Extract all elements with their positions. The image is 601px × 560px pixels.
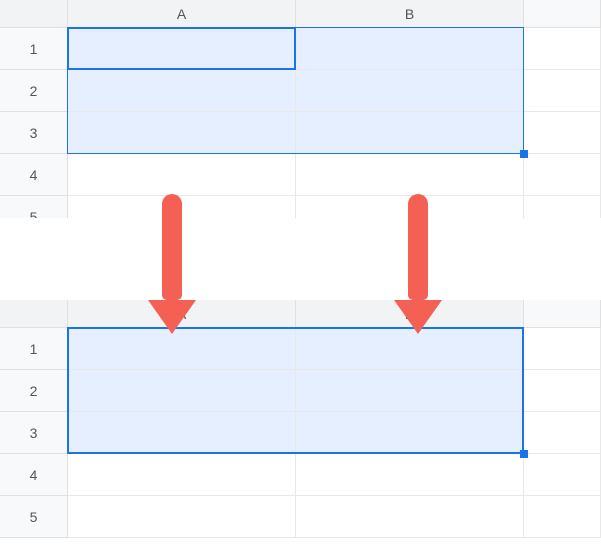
- row-header-3[interactable]: 3: [0, 412, 68, 454]
- cell-c5[interactable]: [524, 496, 601, 538]
- cell-a5[interactable]: [68, 496, 296, 538]
- row-header-3[interactable]: 3: [0, 112, 68, 154]
- cell-b4[interactable]: [296, 154, 524, 196]
- cell-b1[interactable]: [296, 28, 524, 70]
- cell-c1[interactable]: [524, 328, 601, 370]
- cell-a2[interactable]: [68, 370, 296, 412]
- cell-a1[interactable]: [68, 28, 296, 70]
- cell-c2[interactable]: [524, 70, 601, 112]
- cell-a2[interactable]: [68, 70, 296, 112]
- cell-a4[interactable]: [68, 454, 296, 496]
- cell-b5[interactable]: [296, 196, 524, 218]
- cell-b3[interactable]: [296, 112, 524, 154]
- cell-a3[interactable]: [68, 112, 296, 154]
- row-header-5[interactable]: 5: [0, 496, 68, 538]
- row-header-2[interactable]: 2: [0, 70, 68, 112]
- column-header-c[interactable]: [524, 300, 601, 328]
- select-all-corner[interactable]: [0, 300, 68, 328]
- row-header-1[interactable]: 1: [0, 328, 68, 370]
- cell-a3[interactable]: [68, 412, 296, 454]
- cell-c1[interactable]: [524, 28, 601, 70]
- cell-a1[interactable]: [68, 328, 296, 370]
- cell-a5[interactable]: [68, 196, 296, 218]
- cell-b1[interactable]: [296, 328, 524, 370]
- cell-c3[interactable]: [524, 412, 601, 454]
- column-header-b[interactable]: B: [296, 0, 524, 28]
- cell-c5[interactable]: [524, 196, 601, 218]
- row-header-4[interactable]: 4: [0, 154, 68, 196]
- cell-b2[interactable]: [296, 70, 524, 112]
- row-header-1[interactable]: 1: [0, 28, 68, 70]
- cell-b5[interactable]: [296, 496, 524, 538]
- cell-c2[interactable]: [524, 370, 601, 412]
- cell-c4[interactable]: [524, 154, 601, 196]
- select-all-corner[interactable]: [0, 0, 68, 28]
- cell-c4[interactable]: [524, 454, 601, 496]
- cell-b3[interactable]: [296, 412, 524, 454]
- row-header-2[interactable]: 2: [0, 370, 68, 412]
- cell-a4[interactable]: [68, 154, 296, 196]
- cell-b4[interactable]: [296, 454, 524, 496]
- spreadsheet-before: A B 1 2 3 4 5: [0, 0, 601, 218]
- row-header-4[interactable]: 4: [0, 454, 68, 496]
- row-header-5[interactable]: 5: [0, 196, 68, 218]
- column-header-c[interactable]: [524, 0, 601, 28]
- spreadsheet-after: A B 1 2 3 4 5: [0, 300, 601, 538]
- cell-b2[interactable]: [296, 370, 524, 412]
- cell-c3[interactable]: [524, 112, 601, 154]
- column-header-b[interactable]: B: [296, 300, 524, 328]
- column-header-a[interactable]: A: [68, 0, 296, 28]
- column-header-a[interactable]: A: [68, 300, 296, 328]
